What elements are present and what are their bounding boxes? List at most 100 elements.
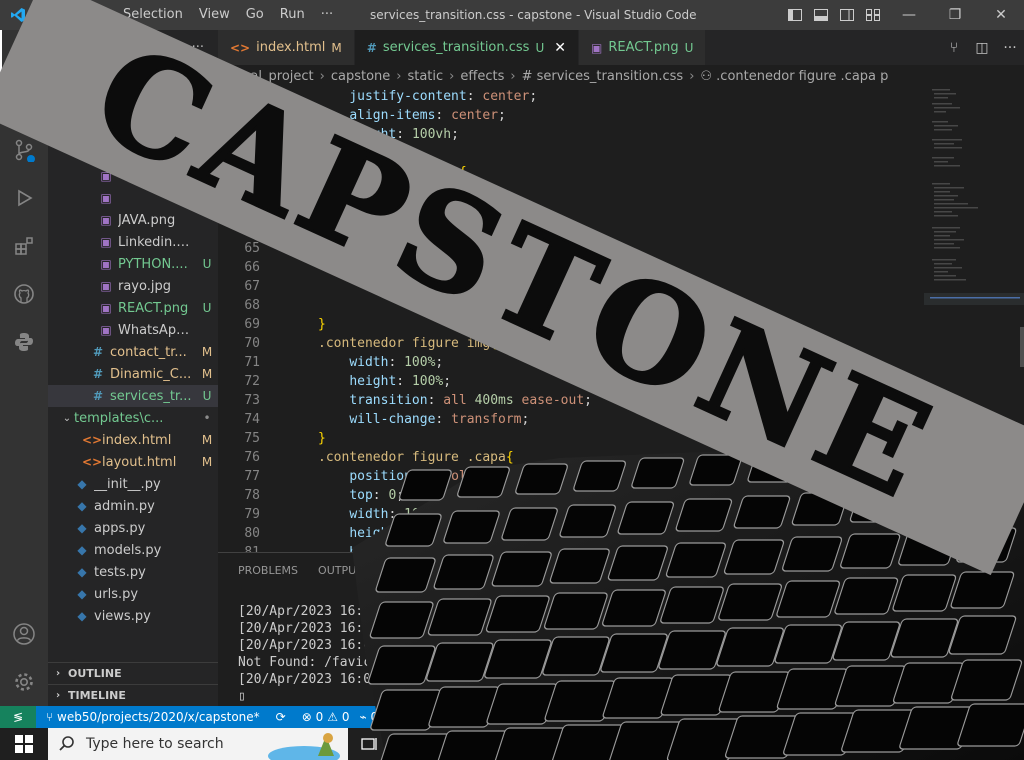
explorer-more-icon[interactable]: ··· (192, 40, 204, 55)
remote-indicator-icon[interactable]: ≶ (0, 706, 36, 728)
code-line[interactable]: 59 height: 100vh; (218, 125, 924, 144)
minimap[interactable] (924, 87, 1024, 552)
breadcrumb-item[interactable]: ⚇ .contenedor figure .capa p (700, 69, 888, 84)
breadcrumb-item[interactable]: effects (460, 69, 504, 84)
python-icon[interactable] (0, 318, 48, 366)
menu-selection[interactable]: Selection (115, 0, 191, 30)
task-view-icon[interactable] (354, 728, 386, 760)
source-control-icon[interactable] (0, 126, 48, 174)
tree-item[interactable]: # contact_tr... M (48, 341, 218, 363)
tree-item[interactable]: ▣ JAVA.png (48, 209, 218, 231)
tree-item[interactable]: ◆ models.py (48, 539, 218, 561)
breadcrumb-item[interactable]: # services_transition.css (522, 69, 684, 84)
code-line[interactable]: 69} (218, 315, 924, 334)
tree-item[interactable]: <> index.html M (48, 429, 218, 451)
minimize-button[interactable]: — (886, 0, 932, 30)
breadcrumb-item[interactable]: capstone (331, 69, 390, 84)
code-line[interactable]: 64 (218, 220, 924, 239)
code-line[interactable]: 71 width: 100%; (218, 353, 924, 372)
tab-react-png[interactable]: ▣ REACT.png U (578, 30, 707, 65)
code-line[interactable]: 80 height: 100%; (218, 524, 924, 543)
open-changes-icon[interactable]: ⑂ (940, 40, 968, 56)
outline-section[interactable]: › OUTLINE (48, 662, 218, 684)
code-line[interactable]: 74 will-change: transform; (218, 410, 924, 429)
code-line[interactable]: 68 (218, 296, 924, 315)
code-line[interactable]: 62 position:relative; (218, 182, 924, 201)
tree-item[interactable]: ⌄ effects • (48, 99, 218, 121)
tree-item[interactable]: # services_tr... U (48, 385, 218, 407)
menu-run[interactable]: Run (272, 0, 313, 30)
tab-index-html[interactable]: <> index.html M (218, 30, 355, 65)
tab-output[interactable]: OUTPUT (318, 564, 363, 577)
extensions-icon[interactable] (0, 222, 48, 270)
more-actions-icon[interactable]: ··· (996, 40, 1024, 56)
tree-item[interactable]: ◆ tests.py (48, 561, 218, 583)
close-window-button[interactable]: ✕ (978, 0, 1024, 30)
windows-start-icon[interactable] (0, 728, 48, 760)
terminal-output[interactable]: [20/Apr/2023 16:00 [20/Apr/2023 16:00 [20/… (238, 603, 395, 705)
account-icon[interactable] (0, 610, 48, 658)
restore-button[interactable]: ❐ (932, 0, 978, 30)
tree-item[interactable]: # Dinamic_C... M (48, 363, 218, 385)
code-line[interactable]: 81 b (218, 543, 924, 552)
tree-item[interactable]: ⌄ image • (48, 121, 218, 143)
toggle-panel-icon[interactable] (808, 0, 834, 30)
code-line[interactable]: 66 (218, 258, 924, 277)
code-line[interactable]: 57 justify-content: center; (218, 87, 924, 106)
code-line[interactable]: 58 align-items: center; (218, 106, 924, 125)
breadcrumb-item[interactable]: static (407, 69, 443, 84)
sync-icon[interactable]: ⟳ (276, 710, 286, 724)
tree-item[interactable]: ▣ WhatsApp.png (48, 319, 218, 341)
github-icon[interactable] (0, 270, 48, 318)
tree-item[interactable]: ▣ PYTHON.... U (48, 253, 218, 275)
menu-edit[interactable]: Edit (74, 0, 115, 30)
code-line[interactable]: 73 transition: all 400ms ease-out; (218, 391, 924, 410)
warnings-count[interactable]: ⚠ 0 (327, 710, 349, 724)
code-editor[interactable]: 57 justify-content: center; 58 align-item… (218, 87, 924, 552)
tree-item[interactable]: # styles.css M (48, 77, 218, 99)
code-line[interactable]: 76 .contenedor figure .capa{ (218, 448, 924, 467)
tab-services-transition-css[interactable]: # services_transition.css U ✕ (354, 30, 579, 65)
tree-item[interactable]: ▣ Linkedin.png (48, 231, 218, 253)
code-line[interactable]: 67 (218, 277, 924, 296)
menu-file[interactable]: File (36, 0, 74, 30)
code-line[interactable]: 75} (218, 429, 924, 448)
tree-item[interactable]: ▣ CSS_TR U (48, 143, 218, 165)
tree-item[interactable]: <> layout.html M (48, 451, 218, 473)
split-editor-icon[interactable]: ◫ (968, 40, 996, 56)
git-branch[interactable]: ⑂ web50/projects/2020/x/capstone* (46, 710, 260, 724)
code-line[interactable]: 72 height: 100%; (218, 372, 924, 391)
tree-item[interactable]: ▣ rayo.jpg (48, 275, 218, 297)
toggle-sidebar-icon[interactable] (782, 0, 808, 30)
tree-item[interactable]: ◆ views.py (48, 605, 218, 627)
menu-more[interactable]: ··· (313, 0, 341, 30)
code-line[interactable]: 79 width: 100%; (218, 505, 924, 524)
tree-item[interactable]: ▣ (48, 187, 218, 209)
settings-gear-icon[interactable] (0, 658, 48, 706)
taskbar-search[interactable]: Type here to search (48, 728, 348, 760)
code-line[interactable]: 60} (218, 144, 924, 163)
code-line[interactable]: 61 .contenedor figure{ (218, 163, 924, 182)
run-debug-icon[interactable] (0, 174, 48, 222)
menu-go[interactable]: Go (238, 0, 272, 30)
customize-layout-icon[interactable] (860, 0, 886, 30)
timeline-section[interactable]: › TIMELINE (48, 684, 218, 706)
close-tab-icon[interactable]: ✕ (554, 40, 566, 56)
toggle-secondary-sidebar-icon[interactable] (834, 0, 860, 30)
tree-item[interactable]: ▣ (48, 165, 218, 187)
breadcrumb-item[interactable]: final_project (234, 69, 314, 84)
ports-count[interactable]: ⌁ 0 (359, 710, 378, 724)
menu-view[interactable]: View (191, 0, 238, 30)
code-line[interactable]: 78 top: 0; (218, 486, 924, 505)
tab-problems[interactable]: PROBLEMS (238, 564, 298, 577)
tree-item[interactable]: ◆ admin.py (48, 495, 218, 517)
code-line[interactable]: 77 position: absolute; (218, 467, 924, 486)
tree-item[interactable]: ◆ __init__.py (48, 473, 218, 495)
errors-count[interactable]: ⊗ 0 (302, 710, 324, 724)
search-icon[interactable] (0, 78, 48, 126)
tree-item[interactable]: ◆ urls.py (48, 583, 218, 605)
code-line[interactable]: 70 .contenedor figure img{ (218, 334, 924, 353)
tree-item[interactable]: ◆ apps.py (48, 517, 218, 539)
explorer-icon[interactable] (0, 30, 48, 78)
tree-item[interactable]: ⌄ templates\c... • (48, 407, 218, 429)
